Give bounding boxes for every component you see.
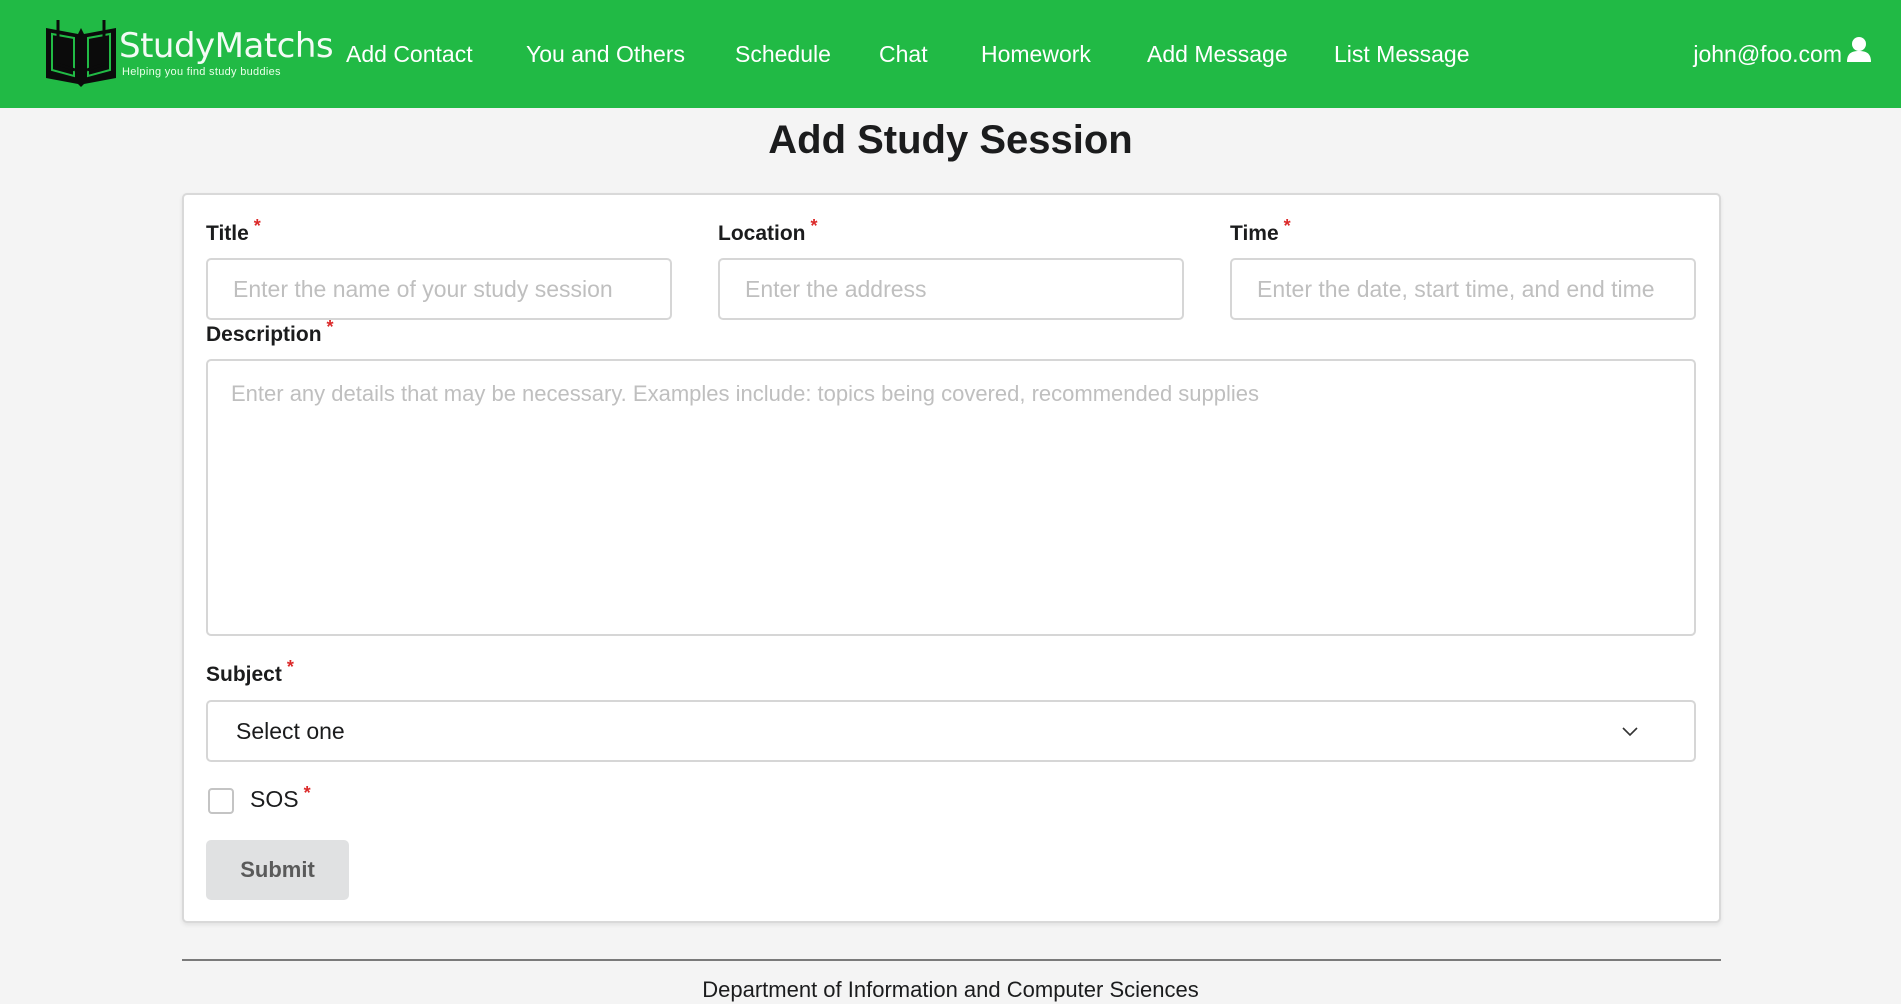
nav-link-chat[interactable]: Chat [879,0,928,108]
user-email: john@foo.com [1693,41,1842,67]
subject-select[interactable]: Select one [206,700,1696,762]
required-asterisk: * [326,317,334,337]
chevron-down-icon [1622,724,1638,742]
subject-label-text: Subject [206,663,282,686]
location-input[interactable] [718,258,1184,320]
time-label: Time * [1230,216,1291,246]
title-input[interactable] [206,258,672,320]
footer-text: Department of Information and Computer S… [702,977,1199,1002]
nav-link-add-message[interactable]: Add Message [1147,0,1288,108]
required-asterisk: * [286,657,294,677]
nav-link-schedule[interactable]: Schedule [735,0,831,108]
open-book-icon [46,20,116,87]
sos-label: SOS * [250,783,311,813]
top-navbar: StudyMatchs Helping you find study buddi… [0,0,1901,108]
time-input[interactable] [1230,258,1696,320]
required-asterisk: * [1283,216,1291,236]
description-label-text: Description [206,323,322,346]
brand-logo[interactable]: StudyMatchs Helping you find study buddi… [44,20,334,88]
submit-button[interactable]: Submit [206,840,349,900]
add-session-form: Title* Location* Time* Description* Subj… [182,193,1721,923]
subject-label: Subject * [206,657,294,687]
sos-label-text: SOS [250,786,299,812]
required-asterisk: * [810,216,818,236]
location-label-text: Location [718,222,806,245]
nav-link-homework[interactable]: Homework [981,0,1091,108]
subject-selected-value: Select one [236,718,345,744]
title-label-text: Title [206,222,249,245]
description-label: Description * [206,317,334,347]
brand-tagline: Helping you find study buddies [122,66,281,78]
user-icon [1846,0,1872,108]
nav-link-list-message[interactable]: List Message [1334,0,1470,108]
location-label: Location * [718,216,818,246]
required-asterisk: * [303,783,311,803]
description-textarea[interactable] [206,359,1696,636]
title-label: Title * [206,216,261,246]
required-asterisk: * [253,216,261,236]
time-label-text: Time [1230,222,1279,245]
page-title: Add Study Session [768,118,1133,162]
nav-link-add-contact[interactable]: Add Contact [346,0,473,108]
user-menu[interactable]: john@foo.com [1693,0,1872,108]
nav-link-you-and-others[interactable]: You and Others [526,0,685,108]
sos-checkbox[interactable] [208,788,234,814]
brand-name: StudyMatchs [119,26,334,66]
footer-divider [182,959,1721,961]
